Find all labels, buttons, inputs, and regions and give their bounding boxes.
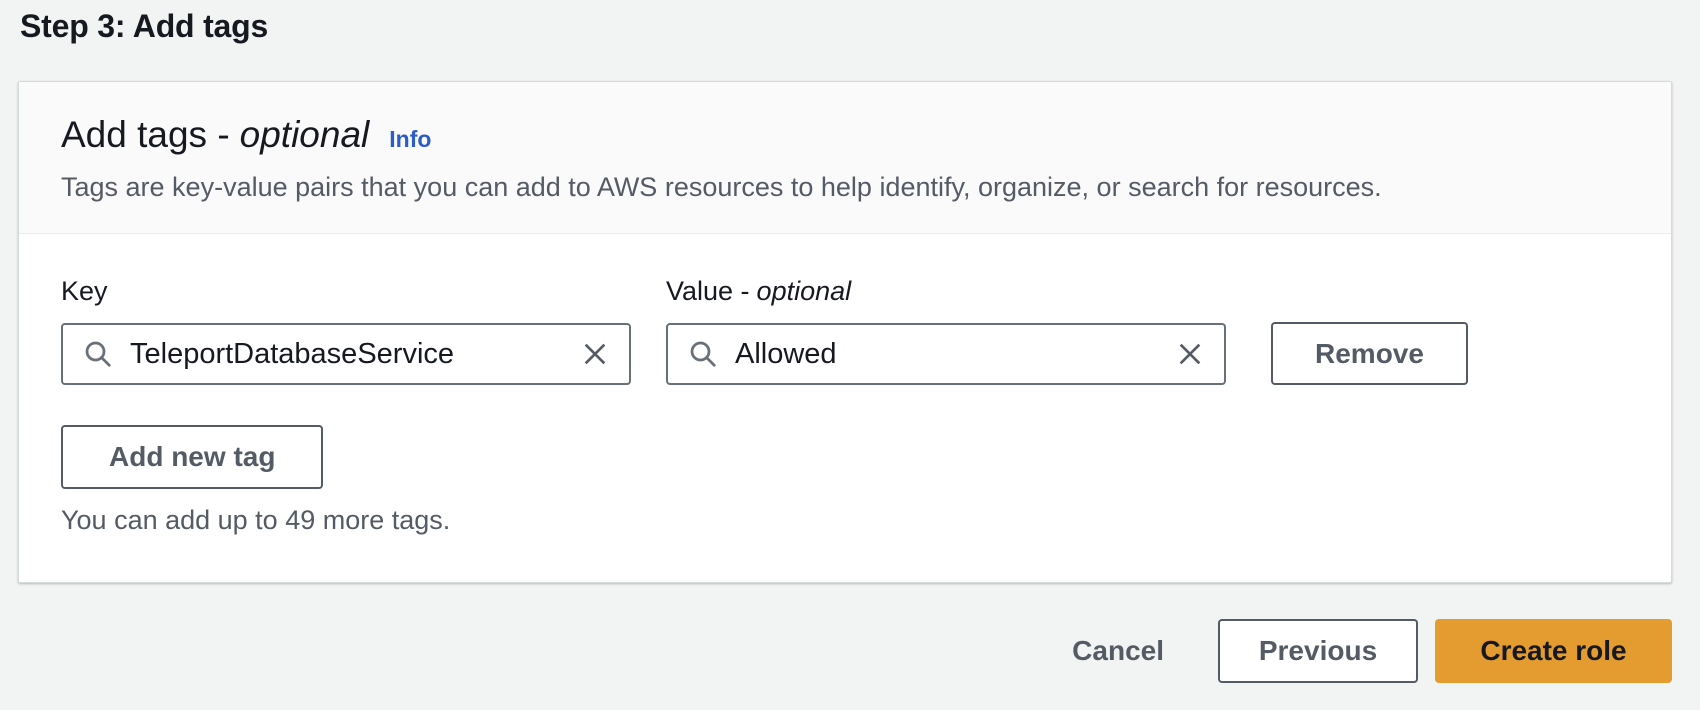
value-input-box: [666, 323, 1226, 385]
clear-value-icon[interactable]: [1172, 336, 1208, 372]
add-new-tag-button[interactable]: Add new tag: [61, 425, 323, 489]
value-label-text: Value -: [666, 276, 750, 306]
panel-header: Add tags -optional Info Tags are key-val…: [19, 82, 1671, 234]
panel-title: Add tags -optional: [61, 114, 369, 156]
search-icon: [83, 339, 113, 369]
value-label: Value -optional: [666, 276, 1226, 307]
key-label: Key: [61, 276, 631, 307]
panel-description: Tags are key-value pairs that you can ad…: [61, 172, 1629, 203]
info-link[interactable]: Info: [389, 126, 431, 153]
tag-row: Key Value -optional: [61, 276, 1629, 385]
tags-remaining-text: You can add up to 49 more tags.: [61, 505, 1629, 536]
panel-body: Key Value -optional: [19, 234, 1671, 582]
value-column: Value -optional: [666, 276, 1226, 385]
search-icon: [688, 339, 718, 369]
cancel-button[interactable]: Cancel: [1072, 635, 1164, 667]
value-input[interactable]: [735, 338, 1162, 371]
key-input[interactable]: [130, 338, 567, 371]
panel-title-text: Add tags -: [61, 114, 230, 155]
add-tags-panel: Add tags -optional Info Tags are key-val…: [18, 81, 1672, 583]
key-column: Key: [61, 276, 631, 385]
previous-button[interactable]: Previous: [1218, 619, 1418, 683]
panel-title-optional: optional: [240, 114, 370, 155]
create-role-button[interactable]: Create role: [1435, 619, 1672, 683]
value-label-optional: optional: [757, 276, 852, 306]
remove-tag-button[interactable]: Remove: [1271, 322, 1468, 385]
wizard-footer: Cancel Previous Create role: [0, 619, 1672, 683]
page-title: Step 3: Add tags: [20, 8, 1700, 45]
key-input-box: [61, 323, 631, 385]
clear-key-icon[interactable]: [577, 336, 613, 372]
